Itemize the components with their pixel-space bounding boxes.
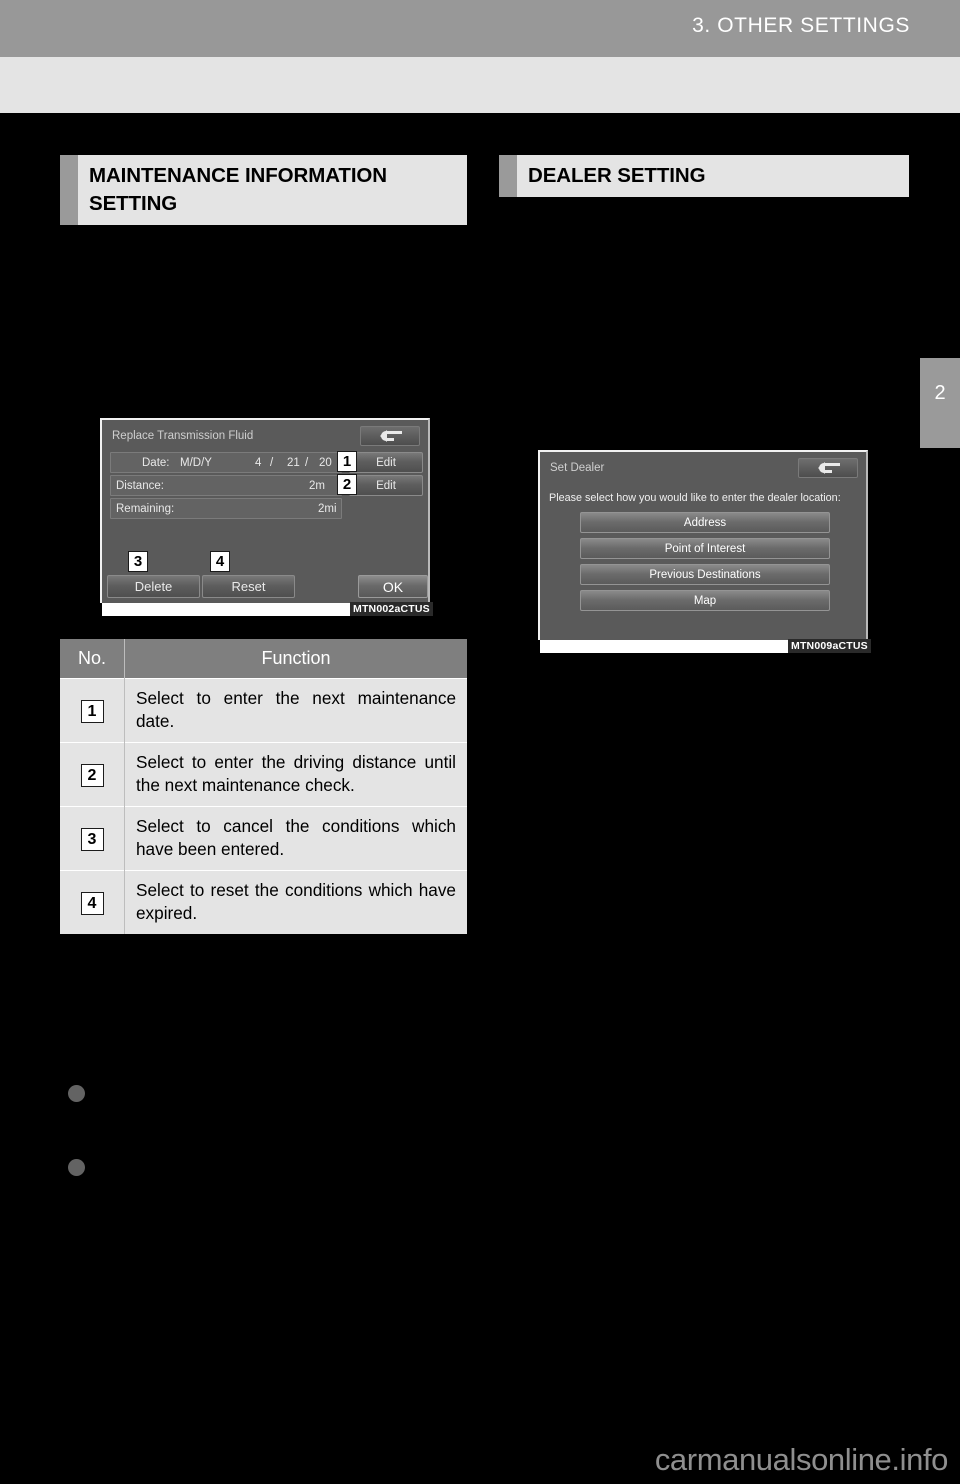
callout-number-1: 1 bbox=[80, 699, 104, 723]
section-heading-maintenance: MAINTENANCE INFORMATION SETTING bbox=[60, 155, 467, 225]
table-header-function: Function bbox=[124, 639, 467, 679]
watermark: carmanualsonline.info bbox=[654, 1442, 949, 1477]
section-marker bbox=[60, 155, 78, 225]
table-row: 4 Select to reset the conditions which h… bbox=[60, 870, 467, 934]
back-arrow-icon[interactable] bbox=[360, 426, 420, 446]
dealer-option-previous-destinations[interactable]: Previous Destinations bbox=[580, 564, 830, 585]
page-header-band bbox=[0, 57, 960, 113]
field-date-sep-1: / bbox=[270, 457, 274, 469]
field-date-sep-2: / bbox=[305, 457, 309, 469]
nav-screen-title: Replace Transmission Fluid bbox=[112, 430, 254, 442]
table-cell-no: 4 bbox=[60, 870, 125, 934]
field-remaining-value: 2mi bbox=[318, 503, 337, 515]
table-cell-function: Select to cancel the conditions which ha… bbox=[124, 806, 467, 871]
field-remaining-label: Remaining: bbox=[116, 503, 175, 515]
chapter-tab: 2 bbox=[920, 358, 960, 448]
callout-number-4: 4 bbox=[80, 891, 104, 915]
table-cell-function: Select to enter the driving distance unt… bbox=[124, 742, 467, 807]
table-cell-function: Select to enter the next maintenance dat… bbox=[124, 678, 467, 743]
nav-screen-set-dealer: Set Dealer Please select how you would l… bbox=[538, 450, 868, 640]
table-cell-no: 3 bbox=[60, 806, 125, 871]
callout-number-3: 3 bbox=[80, 827, 104, 851]
nav-screen-replace-transmission-fluid: Replace Transmission Fluid Date: M/D/Y 4… bbox=[100, 418, 430, 603]
callout-1: 1 bbox=[337, 451, 357, 472]
section-marker bbox=[499, 155, 517, 197]
section-heading-dealer-label: DEALER SETTING bbox=[528, 164, 706, 187]
section-heading-dealer: DEALER SETTING bbox=[499, 155, 909, 197]
dealer-prompt-text: Please select how you would like to ente… bbox=[549, 492, 841, 504]
figure-maintenance-screen: Replace Transmission Fluid Date: M/D/Y 4… bbox=[100, 418, 433, 616]
figure-dealer-screen: Set Dealer Please select how you would l… bbox=[538, 450, 871, 653]
field-date-format: M/D/Y bbox=[180, 457, 212, 469]
page-header-bar: 3. OTHER SETTINGS bbox=[0, 0, 960, 57]
field-date-day: 21 bbox=[287, 457, 300, 469]
field-date-month: 4 bbox=[255, 457, 262, 469]
bullet-icon bbox=[68, 1085, 85, 1102]
field-date-label: Date: bbox=[142, 457, 170, 469]
edit-distance-button[interactable]: Edit bbox=[349, 475, 423, 496]
callout-4: 4 bbox=[210, 551, 230, 572]
ok-button[interactable]: OK bbox=[358, 575, 428, 598]
reset-button[interactable]: Reset bbox=[202, 575, 295, 598]
callout-2: 2 bbox=[337, 474, 357, 495]
bullet-icon bbox=[68, 1159, 85, 1176]
dealer-option-address[interactable]: Address bbox=[580, 512, 830, 533]
table-row: 3 Select to cancel the conditions which … bbox=[60, 806, 467, 871]
field-date-year: 20 bbox=[319, 457, 332, 469]
page-header-title: 3. OTHER SETTINGS bbox=[692, 14, 910, 37]
field-distance-label: Distance: bbox=[116, 480, 164, 492]
dealer-option-point-of-interest[interactable]: Point of Interest bbox=[580, 538, 830, 559]
nav-screen-title: Set Dealer bbox=[550, 462, 605, 474]
chapter-tab-number: 2 bbox=[934, 382, 946, 404]
figure-strip bbox=[102, 603, 350, 616]
edit-date-button[interactable]: Edit bbox=[349, 452, 423, 473]
field-distance-value: 2m bbox=[309, 480, 325, 492]
table-row: 1 Select to enter the next maintenance d… bbox=[60, 678, 467, 743]
section-heading-maintenance-label: MAINTENANCE INFORMATION SETTING bbox=[89, 164, 387, 215]
callout-3: 3 bbox=[128, 551, 148, 572]
table-cell-no: 1 bbox=[60, 678, 125, 743]
figure-code-dealer: MTN009aCTUS bbox=[788, 639, 871, 653]
table-cell-no: 2 bbox=[60, 742, 125, 807]
back-arrow-icon[interactable] bbox=[798, 458, 858, 478]
figure-strip bbox=[540, 640, 788, 653]
table-header-row: No. Function bbox=[60, 639, 467, 679]
table-row: 2 Select to enter the driving distance u… bbox=[60, 742, 467, 807]
callout-number-2: 2 bbox=[80, 763, 104, 787]
table-header-no: No. bbox=[60, 639, 125, 679]
function-table: No. Function 1 Select to enter the next … bbox=[60, 639, 467, 934]
figure-code-maintenance: MTN002aCTUS bbox=[350, 602, 433, 616]
dealer-option-map[interactable]: Map bbox=[580, 590, 830, 611]
table-cell-function: Select to reset the conditions which hav… bbox=[124, 870, 467, 934]
delete-button[interactable]: Delete bbox=[107, 575, 200, 598]
